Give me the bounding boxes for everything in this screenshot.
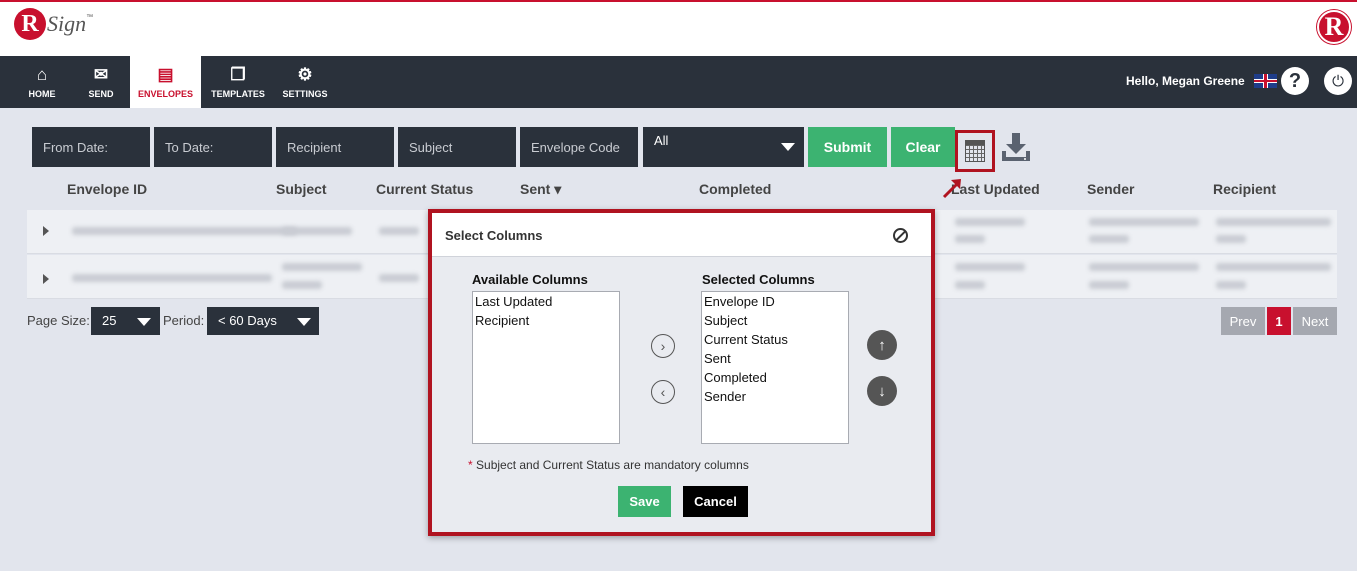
available-columns-list[interactable]: Last Updated Recipient (472, 291, 620, 444)
next-page-button[interactable]: Next (1293, 307, 1337, 335)
mandatory-note: * Subject and Current Status are mandato… (468, 458, 749, 472)
nav-templates[interactable]: ❐ TEMPLATES (207, 56, 269, 108)
envelope-code-input[interactable]: Envelope Code (520, 127, 638, 167)
period-select[interactable]: < 60 Days (207, 307, 319, 335)
gear-icon: ⚙ (297, 64, 313, 84)
home-icon: ⌂ (36, 64, 48, 84)
list-item[interactable]: Subject (704, 311, 846, 330)
col-header-last-updated[interactable]: Last Updated (951, 181, 1040, 197)
col-header-sender[interactable]: Sender (1087, 181, 1134, 197)
brand-mark-icon: R (1317, 10, 1351, 44)
to-date-input[interactable]: To Date: (154, 127, 272, 167)
logo-text: Sign (47, 11, 87, 36)
required-star: * (468, 458, 473, 472)
page-size-select[interactable]: 25 (91, 307, 160, 335)
col-header-current-status[interactable]: Current Status (376, 181, 473, 197)
nav-send[interactable]: ✉ SEND (80, 56, 122, 108)
col-header-sent[interactable]: Sent ▾ (520, 181, 561, 198)
col-header-sent-label: Sent (520, 181, 551, 197)
selected-columns-title: Selected Columns (702, 272, 815, 287)
list-item[interactable]: Last Updated (475, 292, 617, 311)
expand-row-icon[interactable] (43, 274, 49, 284)
page-size-label: Page Size: (27, 313, 90, 328)
document-icon: ❐ (230, 64, 246, 84)
nav-settings-label: SETTINGS (282, 88, 328, 99)
move-left-button[interactable]: ‹ (651, 380, 675, 404)
chevron-down-icon (137, 318, 151, 326)
col-header-completed[interactable]: Completed (699, 181, 771, 197)
col-header-envelope-id[interactable]: Envelope ID (67, 181, 147, 197)
columns-grid-icon (965, 140, 985, 162)
period-value: < 60 Days (218, 313, 277, 328)
move-down-button[interactable]: ↓ (867, 376, 897, 406)
period-label: Period: (163, 313, 205, 328)
prev-page-button[interactable]: Prev (1221, 307, 1265, 335)
download-icon[interactable] (1000, 131, 1032, 163)
list-item[interactable]: Envelope ID (704, 292, 846, 311)
sort-desc-icon: ▾ (554, 181, 562, 197)
select-columns-dialog: Select Columns Available Columns Last Up… (428, 209, 935, 536)
page-1-button[interactable]: 1 (1267, 307, 1291, 335)
mandatory-note-text: Subject and Current Status are mandatory… (476, 458, 749, 472)
help-icon[interactable]: ? (1281, 67, 1309, 95)
clear-button[interactable]: Clear (891, 127, 955, 167)
chevron-down-icon (297, 318, 311, 326)
col-header-recipient[interactable]: Recipient (1213, 181, 1276, 197)
col-header-subject[interactable]: Subject (276, 181, 327, 197)
uk-flag-icon[interactable] (1254, 74, 1277, 88)
envelope-icon: ✉ (93, 64, 109, 84)
list-item[interactable]: Sender (704, 387, 846, 406)
nav-settings[interactable]: ⚙ SETTINGS (279, 56, 331, 108)
select-columns-button[interactable] (955, 130, 995, 172)
list-item[interactable]: Completed (704, 368, 846, 387)
available-columns-title: Available Columns (472, 272, 588, 287)
status-select[interactable]: All (643, 127, 804, 167)
logo-trademark: ™ (86, 14, 94, 21)
logo-mark: R (14, 8, 46, 40)
list-item[interactable]: Sent (704, 349, 846, 368)
cancel-button[interactable]: Cancel (683, 486, 748, 517)
close-icon[interactable] (893, 228, 908, 243)
submit-button[interactable]: Submit (808, 127, 887, 167)
recipient-input[interactable]: Recipient (276, 127, 394, 167)
status-select-value: All (654, 133, 669, 148)
expand-row-icon[interactable] (43, 226, 49, 236)
chevron-down-icon (781, 143, 795, 151)
nav-envelopes-label: ENVELOPES (137, 88, 193, 99)
from-date-input[interactable]: From Date: (32, 127, 150, 167)
nav-templates-label: TEMPLATES (211, 88, 265, 99)
top-bar: R Sign ™ R (0, 0, 1357, 56)
save-button[interactable]: Save (618, 486, 671, 517)
nav-home-label: HOME (28, 88, 56, 99)
list-item[interactable]: Current Status (704, 330, 846, 349)
selected-columns-list[interactable]: Envelope ID Subject Current Status Sent … (701, 291, 849, 444)
dialog-title: Select Columns (445, 228, 543, 243)
user-greeting[interactable]: Hello, Megan Greene (1126, 74, 1245, 88)
dialog-header: Select Columns (432, 213, 931, 257)
nav-envelopes[interactable]: ▤ ENVELOPES (130, 56, 201, 108)
list-item[interactable]: Recipient (475, 311, 617, 330)
power-icon[interactable]: ⏻ (1324, 67, 1352, 95)
move-right-button[interactable]: › (651, 334, 675, 358)
nav-send-label: SEND (88, 88, 114, 99)
inbox-icon: ▤ (157, 64, 174, 84)
rsign-logo[interactable]: R Sign ™ (14, 8, 93, 40)
subject-input[interactable]: Subject (398, 127, 516, 167)
nav-home[interactable]: ⌂ HOME (20, 56, 64, 108)
annotation-arrow-icon (942, 179, 961, 199)
page-size-value: 25 (102, 313, 117, 328)
move-up-button[interactable]: ↑ (867, 330, 897, 360)
